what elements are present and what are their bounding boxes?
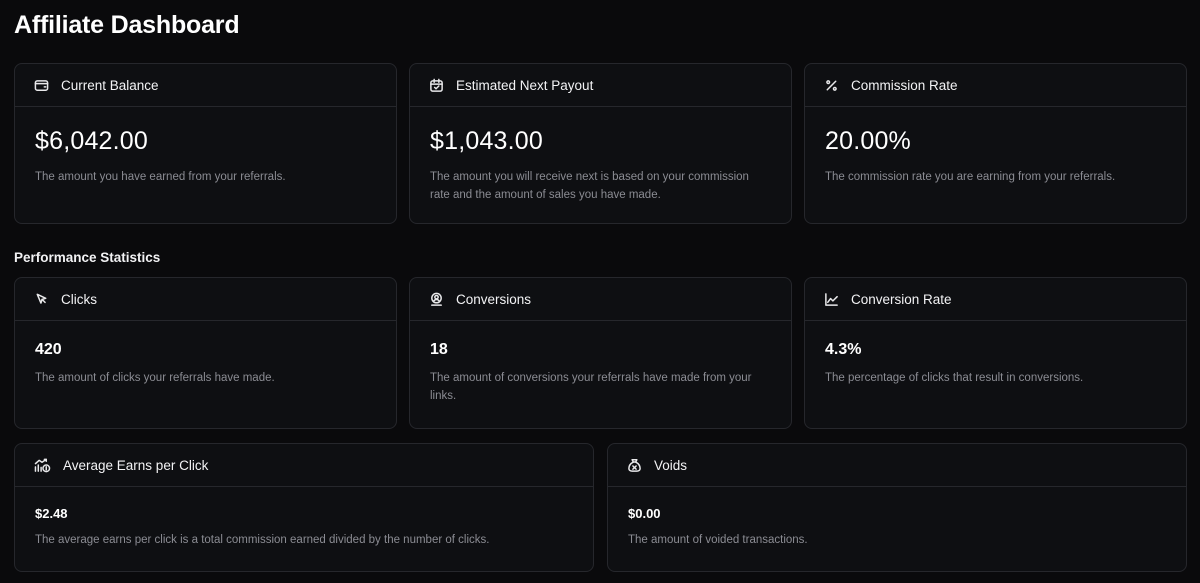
card-header: Clicks bbox=[15, 278, 396, 321]
card-title: Estimated Next Payout bbox=[456, 77, 594, 93]
card-title: Current Balance bbox=[61, 77, 159, 93]
card-description: The percentage of clicks that result in … bbox=[825, 372, 1084, 384]
card-header: Current Balance bbox=[15, 64, 396, 107]
average-earns-per-click-card: Average Earns per Click $2.48 The averag… bbox=[14, 443, 594, 572]
card-description: The amount of voided transactions. bbox=[628, 534, 808, 546]
card-title: Conversion Rate bbox=[851, 291, 952, 307]
chart-coins-icon bbox=[34, 458, 51, 473]
card-description: The amount you will receive next is base… bbox=[430, 171, 749, 201]
next-payout-value: $1,043.00 bbox=[430, 127, 544, 155]
clicks-card: Clicks 420 The amount of clicks your ref… bbox=[14, 277, 397, 429]
card-title: Commission Rate bbox=[851, 77, 958, 93]
card-header: Commission Rate bbox=[805, 64, 1186, 107]
performance-statistics-heading: Performance Statistics bbox=[14, 250, 161, 265]
user-badge-icon bbox=[429, 292, 444, 307]
card-title: Conversions bbox=[456, 291, 532, 307]
card-title: Clicks bbox=[61, 291, 97, 307]
card-description: The amount of conversions your referrals… bbox=[430, 372, 752, 402]
clicks-value: 420 bbox=[35, 341, 62, 358]
conversions-card: Conversions 18 The amount of conversions… bbox=[409, 277, 792, 429]
line-chart-icon bbox=[824, 292, 839, 307]
money-bag-x-icon bbox=[627, 458, 642, 473]
card-title: Average Earns per Click bbox=[63, 457, 209, 473]
card-header: Conversions bbox=[410, 278, 791, 321]
voids-value: $0.00 bbox=[628, 506, 661, 521]
affiliate-dashboard: Affiliate Dashboard Current Balance $6,0… bbox=[0, 0, 1200, 583]
cursor-icon bbox=[34, 292, 49, 307]
card-description: The commission rate you are earning from… bbox=[825, 171, 1116, 183]
wallet-icon bbox=[34, 78, 49, 93]
card-header: Average Earns per Click bbox=[15, 444, 593, 487]
page-title: Affiliate Dashboard bbox=[14, 11, 240, 39]
commission-rate-value: 20.00% bbox=[825, 127, 911, 155]
average-earns-value: $2.48 bbox=[35, 506, 68, 521]
conversion-rate-value: 4.3% bbox=[825, 341, 862, 358]
card-header: Voids bbox=[608, 444, 1186, 487]
commission-rate-card: Commission Rate 20.00% The commission ra… bbox=[804, 63, 1187, 224]
estimated-next-payout-card: Estimated Next Payout $1,043.00 The amou… bbox=[409, 63, 792, 224]
current-balance-value: $6,042.00 bbox=[35, 127, 149, 155]
card-description: The amount of clicks your referrals have… bbox=[35, 372, 275, 384]
card-header: Estimated Next Payout bbox=[410, 64, 791, 107]
conversion-rate-card: Conversion Rate 4.3% The percentage of c… bbox=[804, 277, 1187, 429]
card-header: Conversion Rate bbox=[805, 278, 1186, 321]
current-balance-card: Current Balance $6,042.00 The amount you… bbox=[14, 63, 397, 224]
conversions-value: 18 bbox=[430, 341, 448, 358]
card-description: The average earns per click is a total c… bbox=[35, 534, 490, 546]
card-title: Voids bbox=[654, 457, 688, 473]
percent-icon bbox=[824, 78, 839, 93]
calendar-check-icon bbox=[429, 78, 444, 93]
card-description: The amount you have earned from your ref… bbox=[35, 171, 286, 183]
voids-card: Voids $0.00 The amount of voided transac… bbox=[607, 443, 1187, 572]
